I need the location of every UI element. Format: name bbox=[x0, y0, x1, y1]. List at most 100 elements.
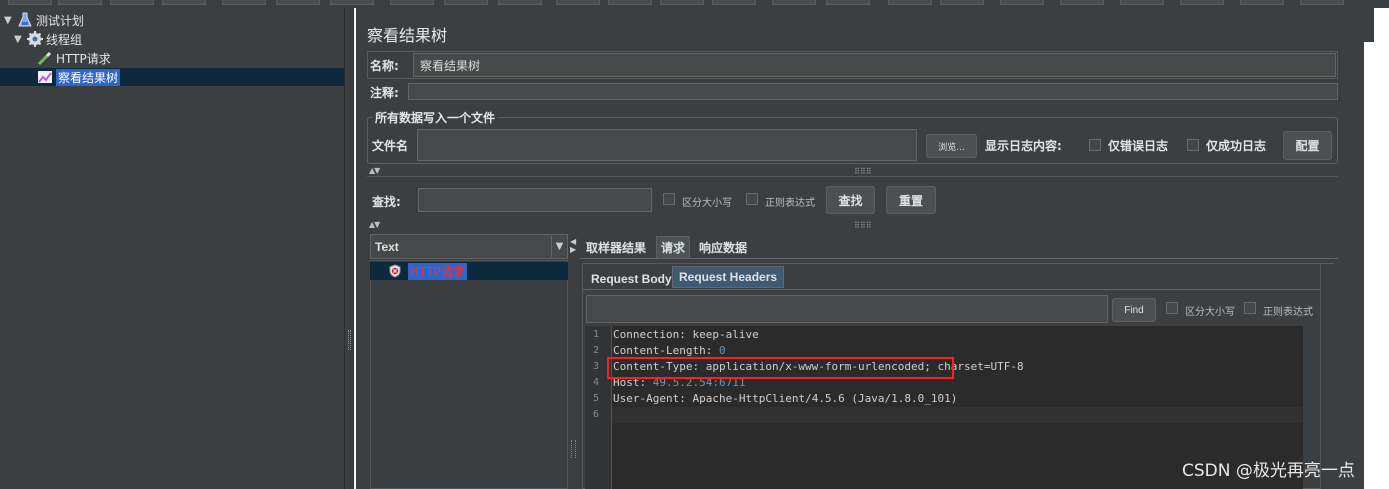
divider bbox=[367, 176, 1338, 177]
gear-icon bbox=[26, 31, 44, 47]
toolbar-button[interactable] bbox=[8, 0, 52, 5]
expand-arrow-icon[interactable]: ▼ bbox=[14, 34, 26, 45]
regex-checkbox[interactable] bbox=[746, 193, 758, 205]
reset-button[interactable]: 重置 bbox=[886, 186, 936, 214]
tab-underline bbox=[580, 258, 1338, 259]
errors-only-label: 仅错误日志 bbox=[1108, 139, 1169, 153]
result-item[interactable]: HTTP请求 bbox=[370, 262, 568, 280]
pipette-icon bbox=[36, 50, 54, 66]
toolbar-button[interactable] bbox=[444, 0, 488, 5]
success-only-label: 仅成功日志 bbox=[1206, 139, 1267, 153]
header-line: User-Agent: Apache-HttpClient/4.5.6 (Jav… bbox=[613, 392, 958, 405]
toolbar-button[interactable] bbox=[608, 0, 652, 5]
toolbar-button[interactable] bbox=[110, 0, 154, 5]
line-number: 5 bbox=[593, 393, 600, 404]
expand-arrow-icon[interactable]: ▼ bbox=[4, 15, 16, 26]
drag-handle-icon[interactable]: ⠿⠿⠿ bbox=[854, 167, 872, 176]
search-input[interactable] bbox=[418, 188, 652, 212]
header-line: Connection: keep-alive bbox=[613, 328, 759, 341]
editor-search-input[interactable] bbox=[586, 295, 1108, 323]
toolbar-button[interactable] bbox=[888, 0, 932, 5]
case-sensitive-checkbox[interactable] bbox=[663, 193, 675, 205]
tree-node-test-plan[interactable]: ▼ 测试计划 bbox=[4, 11, 84, 29]
tree-node-label: 测试计划 bbox=[36, 13, 85, 28]
tab-request[interactable]: 请求 bbox=[656, 236, 691, 258]
toolbar-button[interactable] bbox=[390, 0, 434, 5]
splitter-grip-icon bbox=[348, 330, 351, 350]
tree-node-label: 线程组 bbox=[46, 32, 83, 47]
editor-case-sensitive-checkbox[interactable] bbox=[1166, 302, 1178, 314]
find-button[interactable]: 查找 bbox=[826, 186, 875, 214]
editor-regex-label: 正则表达式 bbox=[1263, 307, 1313, 318]
results-list bbox=[370, 260, 568, 489]
splitter-arrows-icon[interactable]: ◀ ▶ bbox=[570, 238, 576, 254]
errors-only-checkbox[interactable] bbox=[1089, 139, 1101, 151]
tab-sampler-result[interactable]: 取样器结果 bbox=[582, 237, 650, 257]
toolbar-button[interactable] bbox=[826, 0, 870, 5]
editor-regex-checkbox[interactable] bbox=[1244, 302, 1256, 314]
panel-splitter[interactable] bbox=[344, 8, 354, 489]
toolbar bbox=[0, 0, 1389, 8]
error-shield-icon bbox=[388, 264, 404, 278]
tree-node-http-request[interactable]: HTTP请求 bbox=[36, 49, 111, 67]
toolbar-button[interactable] bbox=[772, 0, 816, 5]
highlight-box bbox=[607, 357, 954, 379]
tree-node-label: 察看结果树 bbox=[56, 68, 121, 86]
file-group-legend: 所有数据写入一个文件 bbox=[373, 109, 498, 126]
name-field[interactable]: 察看结果树 bbox=[413, 53, 1336, 77]
search-label: 查找: bbox=[372, 195, 401, 209]
test-plan-tree: ▼ 测试计划 ▼ 线程组 HTTP请求 察看结果树 bbox=[0, 8, 344, 489]
browse-button[interactable]: 浏览... bbox=[926, 134, 977, 158]
editor-find-button[interactable]: Find bbox=[1112, 298, 1156, 322]
drag-handle-icon[interactable]: ⠿⠿⠿ bbox=[854, 221, 872, 230]
filename-label: 文件名 bbox=[372, 139, 409, 153]
toolbar-button[interactable] bbox=[1120, 0, 1164, 5]
tree-node-thread-group[interactable]: ▼ 线程组 bbox=[14, 30, 82, 48]
renderer-select[interactable]: Text bbox=[370, 234, 568, 259]
chart-icon bbox=[36, 69, 54, 85]
watermark: CSDN @极光再亮一点 bbox=[1182, 461, 1355, 481]
window-edge bbox=[1364, 8, 1389, 489]
test-plan-icon bbox=[16, 12, 34, 28]
toolbar-button[interactable] bbox=[222, 0, 266, 5]
subtab-underline bbox=[583, 289, 1320, 290]
collapse-arrows-icon[interactable]: ▲▼ bbox=[369, 166, 380, 175]
toolbar-button[interactable] bbox=[1300, 0, 1344, 5]
toolbar-button[interactable] bbox=[1000, 0, 1044, 5]
tab-request-body[interactable]: Request Body bbox=[585, 268, 678, 290]
toolbar-button[interactable] bbox=[498, 0, 542, 5]
tab-request-headers[interactable]: Request Headers bbox=[672, 266, 785, 288]
toolbar-button[interactable] bbox=[162, 0, 206, 5]
success-only-checkbox[interactable] bbox=[1187, 139, 1199, 151]
tab-response-data[interactable]: 响应数据 bbox=[695, 237, 751, 257]
tree-node-view-results-tree[interactable]: 察看结果树 bbox=[0, 68, 344, 86]
case-sensitive-label: 区分大小写 bbox=[682, 198, 732, 209]
chevron-down-icon[interactable]: ▼ bbox=[551, 236, 567, 257]
comment-label: 注释: bbox=[370, 86, 399, 100]
editor-case-sensitive-label: 区分大小写 bbox=[1185, 307, 1235, 318]
toolbar-button[interactable] bbox=[1240, 0, 1284, 5]
tree-node-label: HTTP请求 bbox=[56, 51, 111, 66]
toolbar-button[interactable] bbox=[556, 0, 600, 5]
toolbar-button[interactable] bbox=[58, 0, 102, 5]
filename-field[interactable] bbox=[417, 129, 917, 161]
show-log-label: 显示日志内容: bbox=[985, 139, 1062, 153]
renderer-value: Text bbox=[375, 239, 399, 254]
toolbar-button[interactable] bbox=[712, 0, 756, 5]
toolbar-button[interactable] bbox=[660, 0, 704, 5]
configure-button[interactable]: 配置 bbox=[1283, 131, 1332, 160]
collapse-arrows-icon[interactable]: ▲▼ bbox=[369, 220, 380, 229]
line-number: 6 bbox=[593, 409, 600, 420]
comment-field[interactable] bbox=[408, 83, 1338, 100]
splitter-grip-icon bbox=[571, 440, 576, 458]
header-line: Content-Length: 0 bbox=[613, 344, 726, 357]
toolbar-button[interactable] bbox=[940, 0, 984, 5]
toolbar-button[interactable] bbox=[1180, 0, 1224, 5]
toolbar-button[interactable] bbox=[276, 0, 320, 5]
current-line-highlight bbox=[612, 407, 1302, 423]
toolbar-button[interactable] bbox=[330, 0, 374, 5]
page-title: 察看结果树 bbox=[367, 26, 448, 45]
line-number: 4 bbox=[593, 377, 600, 388]
regex-label: 正则表达式 bbox=[765, 198, 815, 209]
toolbar-button[interactable] bbox=[1060, 0, 1104, 5]
